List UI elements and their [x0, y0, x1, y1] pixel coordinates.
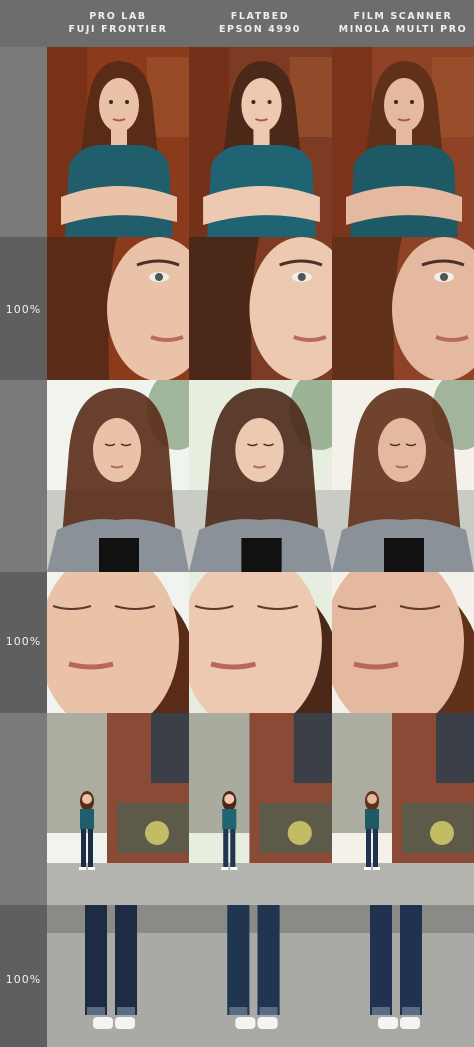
photo-woman-standing-street-graffiti-col3 — [332, 713, 474, 905]
photo-portrait-woman-arms-crossed-rust-wall-col1 — [47, 47, 189, 237]
photo-woman-eyes-closed-curly-hair-col3 — [332, 380, 474, 572]
row-band-5 — [0, 713, 47, 905]
row-label-zoom: 100% — [5, 635, 42, 648]
photo-portrait-woman-arms-crossed-rust-wall-col3 — [332, 47, 474, 237]
column-title-line2: FUJI FRONTIER — [68, 24, 168, 35]
column-title-flatbed: FLATBED EPSON 4990 — [189, 10, 331, 36]
column-title-film-scanner: FILM SCANNER MINOLA MULTI PRO — [332, 10, 474, 36]
photo-woman-standing-street-graffiti-col1 — [47, 713, 189, 905]
photo-face-crop-100-percent-col3 — [332, 572, 474, 713]
column-title-line2: MINOLA MULTI PRO — [338, 24, 468, 35]
photo-portrait-crop-100-percent-col3 — [332, 237, 474, 380]
column-title-line1: FILM SCANNER — [353, 11, 453, 22]
photo-face-crop-100-percent-col2 — [189, 572, 332, 713]
row-label-zoom: 100% — [5, 303, 42, 316]
column-title-line1: PRO LAB — [89, 11, 147, 22]
photo-legs-jeans-crop-100-percent-col3 — [332, 905, 474, 1047]
photo-legs-jeans-crop-100-percent-col2 — [189, 905, 332, 1047]
photo-portrait-woman-arms-crossed-rust-wall-col2 — [189, 47, 332, 237]
photo-legs-jeans-crop-100-percent-col1 — [47, 905, 189, 1047]
photo-portrait-crop-100-percent-col1 — [47, 237, 189, 380]
row-band-3 — [0, 380, 47, 572]
photo-woman-standing-street-graffiti-col2 — [189, 713, 332, 905]
row-band-1 — [0, 47, 47, 237]
row-label-zoom: 100% — [5, 973, 42, 986]
photo-woman-eyes-closed-curly-hair-col1 — [47, 380, 189, 572]
column-title-pro-lab: PRO LAB FUJI FRONTIER — [47, 10, 189, 36]
photo-portrait-crop-100-percent-col2 — [189, 237, 332, 380]
column-title-line1: FLATBED — [230, 11, 290, 22]
column-title-line2: EPSON 4990 — [218, 24, 302, 35]
photo-woman-eyes-closed-curly-hair-col2 — [189, 380, 332, 572]
photo-face-crop-100-percent-col1 — [47, 572, 189, 713]
